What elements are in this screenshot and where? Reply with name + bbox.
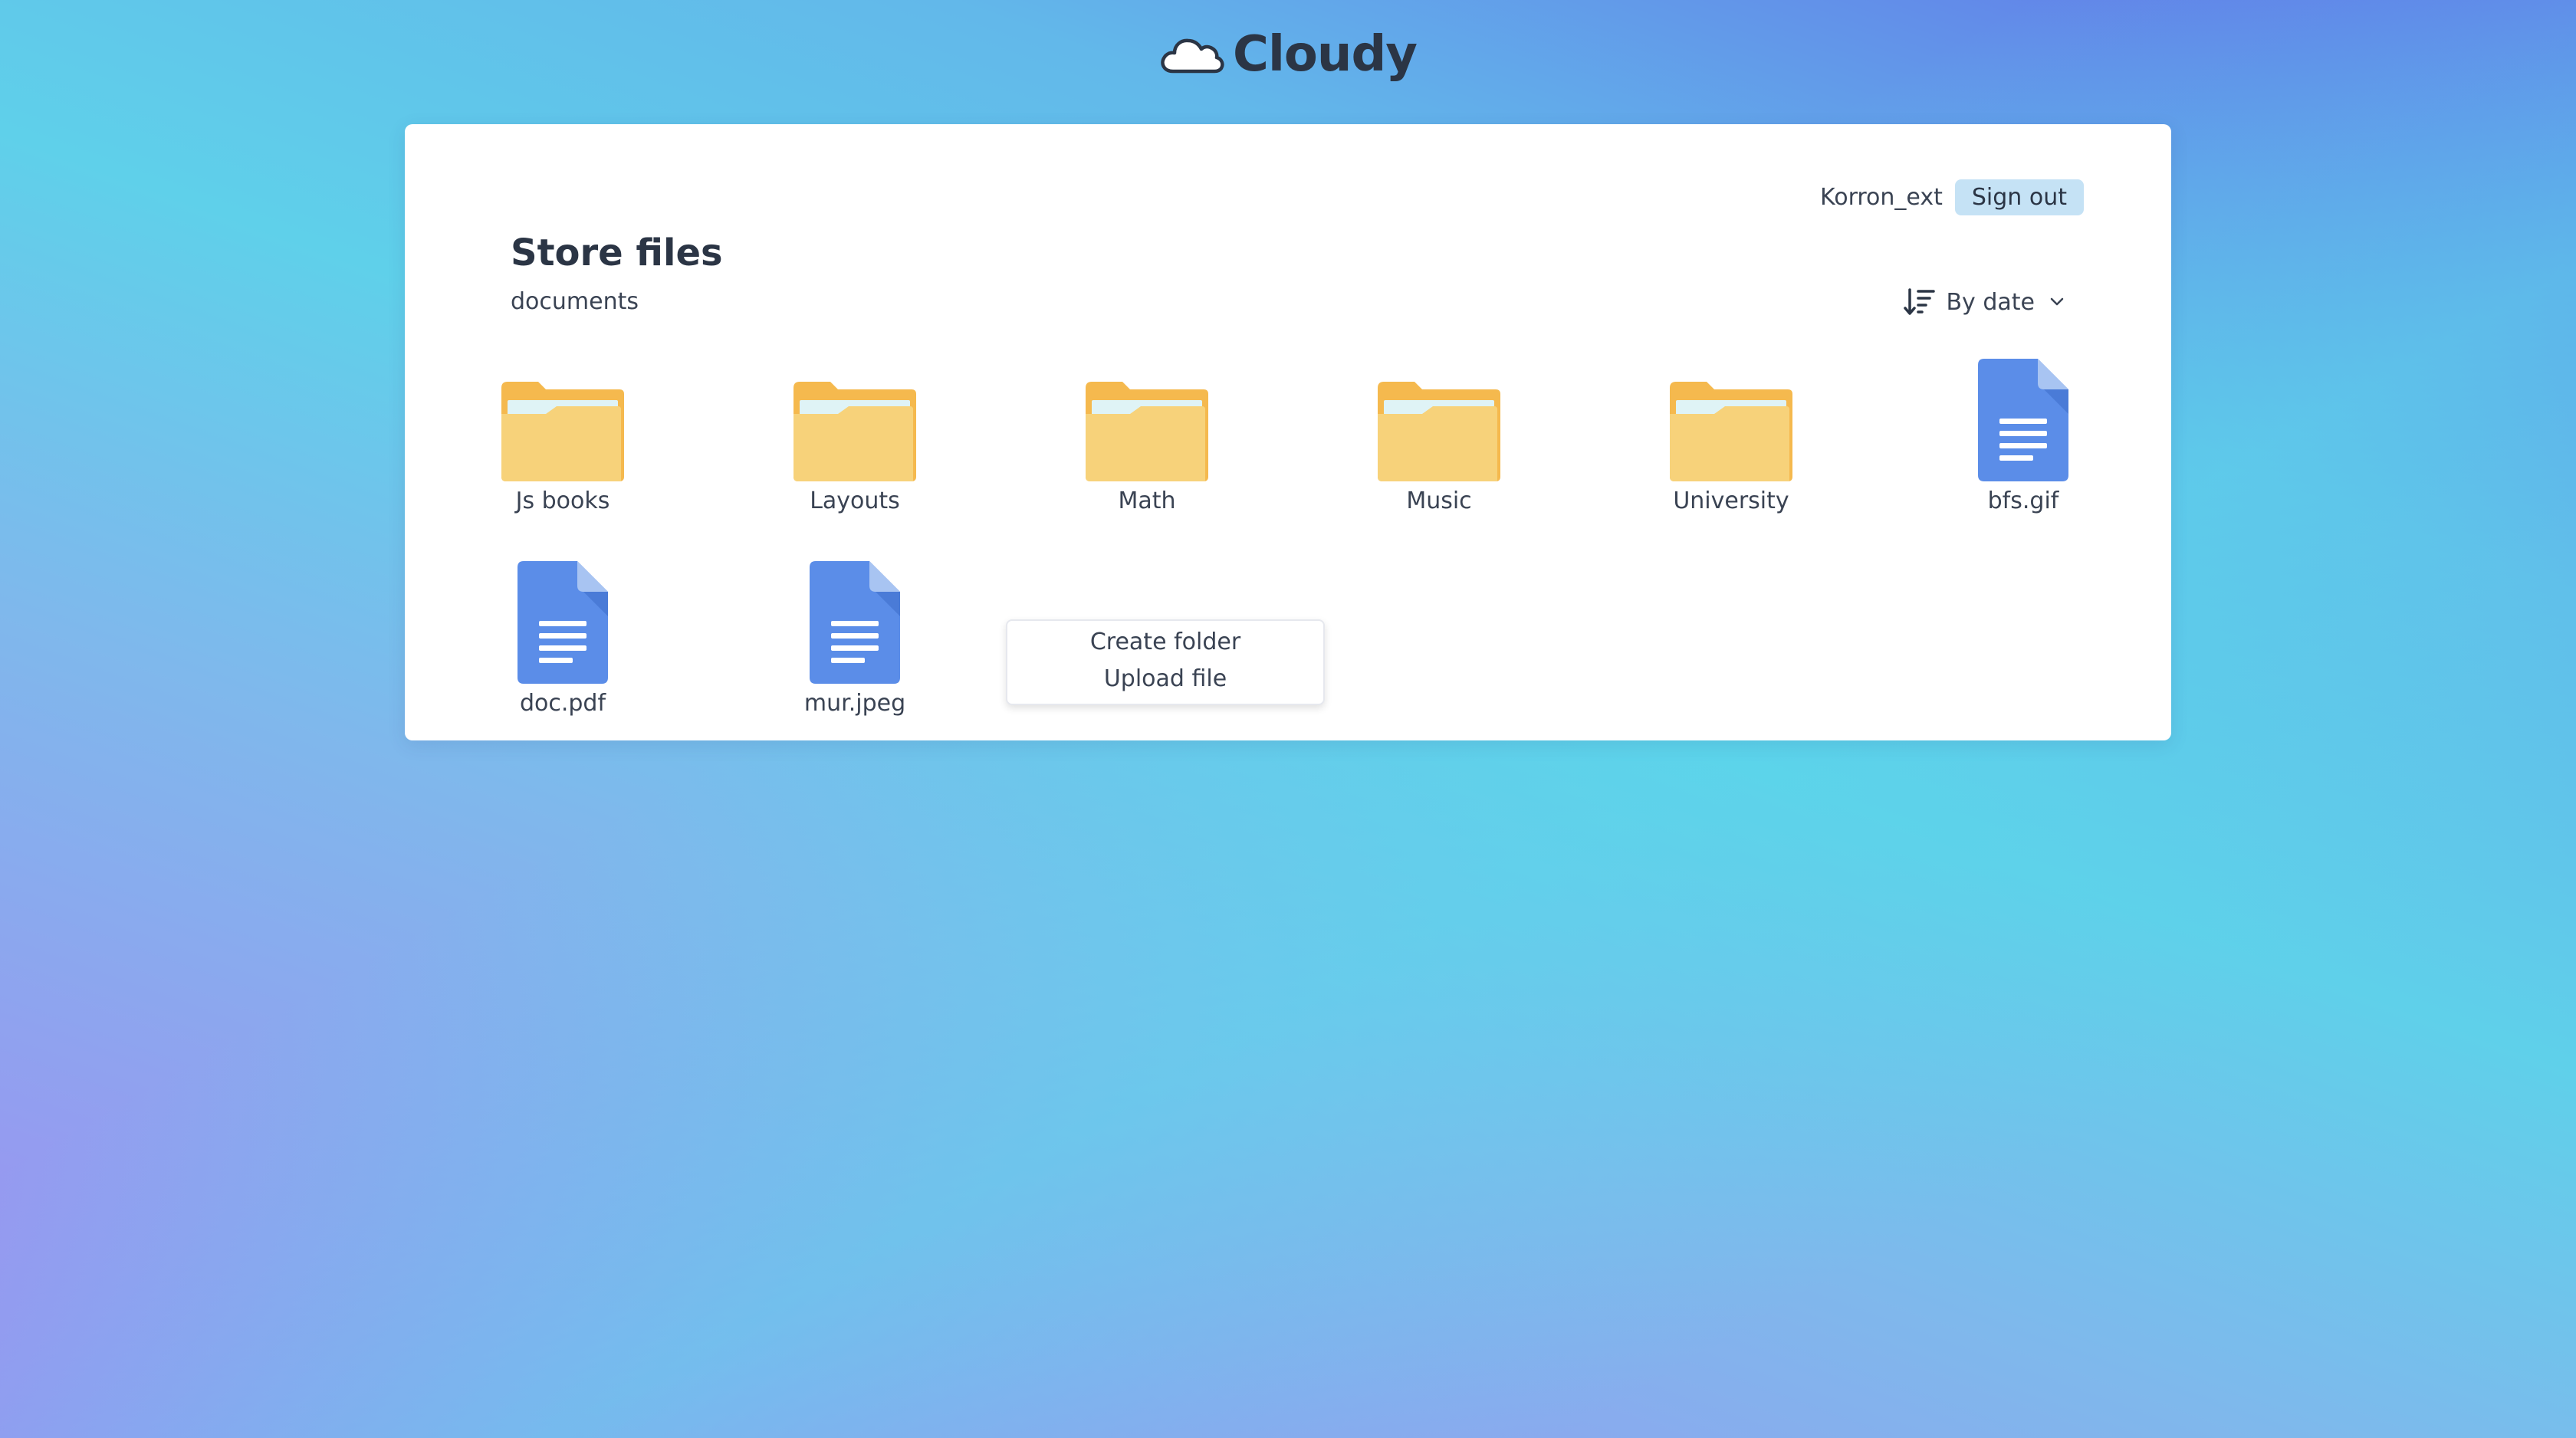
sort-dropdown[interactable]: By date xyxy=(1903,285,2065,319)
upload-file-menu-item[interactable]: Upload file xyxy=(1007,661,1323,698)
folder-icon xyxy=(794,382,916,481)
item-name: Js books xyxy=(515,488,610,514)
folder-item[interactable]: Music xyxy=(1362,346,1516,530)
document-icon xyxy=(810,561,900,684)
file-item[interactable]: doc.pdf xyxy=(486,549,639,733)
document-icon xyxy=(1978,359,2068,481)
folder-item[interactable]: Layouts xyxy=(778,346,932,530)
item-name: University xyxy=(1673,488,1789,514)
item-name: Math xyxy=(1118,488,1176,514)
folder-item[interactable]: Js books xyxy=(486,346,639,530)
folder-icon xyxy=(1670,382,1792,481)
current-folder-path: documents xyxy=(511,288,639,315)
item-name: bfs.gif xyxy=(1987,488,2059,514)
cloud-icon xyxy=(1161,38,1224,74)
sign-out-button[interactable]: Sign out xyxy=(1954,179,2084,215)
file-manager-card: Korron_ext Sign out Store files document… xyxy=(405,124,2171,740)
folder-item[interactable]: University xyxy=(1654,346,1808,530)
app-logo: Cloudy xyxy=(0,26,2576,83)
item-name: doc.pdf xyxy=(519,690,606,717)
sort-label: By date xyxy=(1946,288,2035,316)
sort-descending-icon xyxy=(1904,288,1936,315)
folder-icon xyxy=(501,382,624,481)
user-bar: Korron_ext Sign out xyxy=(1820,179,2084,215)
item-name: Layouts xyxy=(810,488,900,514)
document-icon xyxy=(518,561,608,684)
chevron-down-icon xyxy=(2050,297,2064,306)
file-item[interactable]: mur.jpeg xyxy=(778,549,932,733)
item-name: mur.jpeg xyxy=(803,690,906,717)
create-folder-menu-item[interactable]: Create folder xyxy=(1007,624,1323,661)
folder-icon xyxy=(1086,382,1208,481)
folder-icon xyxy=(1378,382,1500,481)
page-title: Store files xyxy=(511,231,723,274)
item-name: Music xyxy=(1406,488,1472,514)
folder-item[interactable]: Math xyxy=(1070,346,1224,530)
app-name: Cloudy xyxy=(1233,26,1418,83)
context-menu: Create folder Upload file xyxy=(1006,619,1325,705)
username: Korron_ext xyxy=(1820,184,1943,211)
file-item[interactable]: bfs.gif xyxy=(1947,346,2100,530)
